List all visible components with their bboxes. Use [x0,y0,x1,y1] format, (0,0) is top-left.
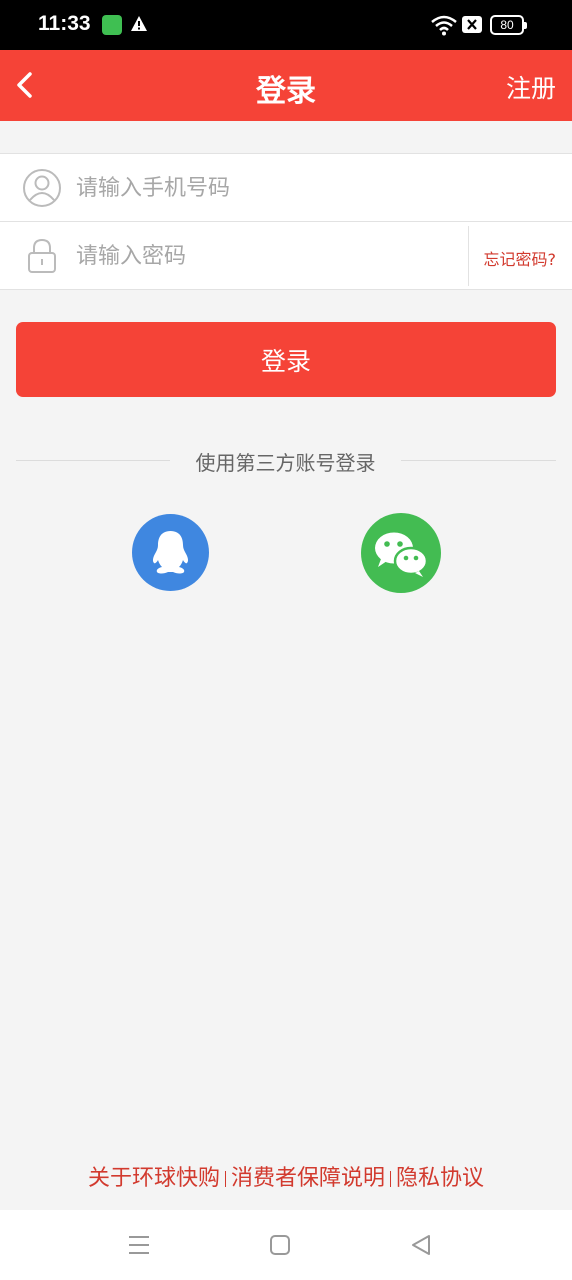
input-divider [468,226,469,286]
wechat-icon [375,532,429,577]
page-title: 登录 [256,74,316,109]
footer-separator [390,1171,391,1187]
forgot-password-link[interactable]: 忘记密码? [484,246,557,270]
password-row: 忘记密码? [0,222,572,290]
back-triangle-icon[interactable] [408,1232,434,1258]
user-icon [23,169,61,207]
warning-icon [131,16,147,31]
menu-icon[interactable] [126,1232,152,1258]
footer-separator [224,1171,226,1187]
divider-right [401,460,556,461]
register-button[interactable]: 注册 [506,69,556,105]
status-bar: 11:33 80 [0,0,572,50]
app-notification-icon [102,15,122,35]
consumer-protection-link[interactable]: 消费者保障说明 [231,1166,385,1191]
login-form: 忘记密码? [0,153,572,290]
battery-icon: 80 [490,15,527,35]
password-input[interactable] [76,236,456,276]
login-button[interactable]: 登录 [16,322,556,397]
wechat-login-button[interactable] [361,513,441,593]
system-nav-bar [0,1210,572,1280]
qq-icon [152,531,189,574]
third-party-label: 使用第三方账号登录 [195,451,376,475]
qq-login-button[interactable] [132,514,209,591]
privacy-link[interactable]: 隐私协议 [396,1166,484,1191]
wifi-icon [431,15,457,36]
phone-row [0,154,572,222]
divider-left [16,460,170,461]
about-link[interactable]: 关于环球快购 [88,1166,220,1191]
status-time: 11:33 [38,12,91,35]
footer-links: 关于环球快购 消费者保障说明 隐私协议 [0,1160,572,1192]
app-header: 登录 注册 [0,50,572,121]
signal-off-icon [462,16,482,33]
lock-icon [28,238,56,273]
phone-input[interactable] [76,168,546,208]
home-square-icon[interactable] [268,1233,292,1257]
